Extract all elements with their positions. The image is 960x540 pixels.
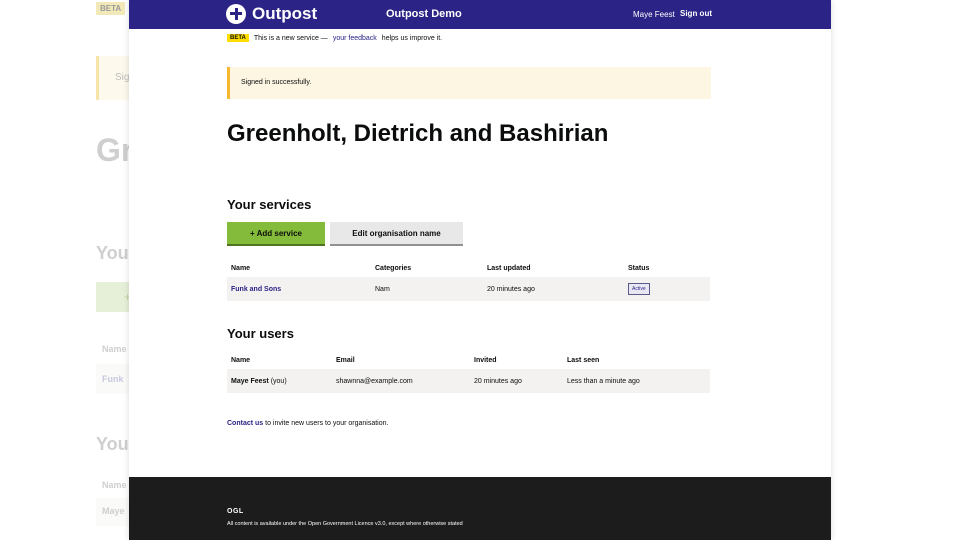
users-table-header: Name Email Invited Last seen — [227, 351, 710, 369]
bg-table-header-name: Name — [102, 344, 127, 354]
user-last-seen: Less than a minute ago — [567, 377, 640, 385]
user-name: Maye Feest — [633, 10, 675, 19]
bg-beta-tag: BETA — [96, 2, 126, 15]
beta-tag: BETA — [227, 34, 249, 42]
site-footer: OGL All content is available under the O… — [129, 477, 831, 540]
ogl-logo-icon: OGL — [227, 508, 244, 515]
users-table: Name Email Invited Last seen Maye Feest … — [227, 351, 710, 393]
user-email: shawnna@example.com — [336, 377, 413, 385]
add-service-button[interactable]: + Add service — [227, 222, 325, 244]
success-notice: Signed in successfully. — [227, 67, 711, 99]
services-table: Name Categories Last updated Status Funk… — [227, 259, 710, 301]
column-header: Status — [628, 264, 650, 272]
users-heading: Your users — [227, 326, 294, 341]
bg-heading: Gr — [96, 132, 134, 168]
status-badge: Active — [628, 283, 650, 295]
user-row-name: Maye Feest — [231, 377, 269, 385]
page-title: Greenholt, Dietrich and Bashirian — [227, 120, 609, 147]
phase-text-before: This is a new service — — [253, 34, 328, 42]
licence-text: All content is available under the Open … — [227, 521, 463, 527]
column-header: Last seen — [567, 356, 600, 364]
bg-services-heading: You — [96, 243, 129, 263]
user-invited: 20 minutes ago — [474, 377, 522, 385]
column-header: Email — [336, 356, 355, 364]
phase-text-after: helps us improve it. — [381, 34, 443, 42]
bg-users-heading: You — [96, 434, 129, 454]
column-header: Name — [231, 356, 251, 364]
notice-text: Signed in successfully. — [241, 79, 312, 86]
licence-before: All content is available under the — [227, 521, 307, 527]
logo-text: Outpost — [252, 4, 318, 23]
column-header: Name — [231, 264, 251, 272]
licence-link[interactable]: Open Government Licence v3.0 — [308, 521, 386, 527]
outpost-logo-icon — [226, 4, 246, 24]
main-content: BETA This is a new service — your feedba… — [227, 29, 711, 427]
browser-window: Outpost Outpost Demo Maye Feest Sign out… — [129, 0, 831, 540]
column-header: Invited — [474, 356, 497, 364]
contact-text: to invite new users to your organisation… — [265, 420, 389, 427]
bg-users-header-name: Name — [102, 480, 127, 490]
service-name-link[interactable]: Funk and Sons — [231, 286, 281, 293]
bg-row-name: Funk — [102, 374, 124, 384]
service-name[interactable]: Outpost Demo — [386, 8, 462, 20]
bg-notice-text: Sig — [115, 72, 130, 83]
sign-out-link[interactable]: Sign out — [680, 9, 712, 18]
table-row: Maye Feest (you) shawnna@example.com 20 … — [227, 369, 710, 393]
feedback-link[interactable]: your feedback — [333, 35, 377, 42]
table-row: Funk and Sons Nam 20 minutes ago Active — [227, 277, 710, 301]
phase-banner: BETA This is a new service — your feedba… — [227, 34, 711, 42]
services-actions: + Add service Edit organisation name — [227, 222, 711, 244]
services-table-header: Name Categories Last updated Status — [227, 259, 710, 277]
you-label: (you) — [270, 377, 287, 385]
contact-paragraph: Contact us to invite new users to your o… — [227, 420, 711, 427]
column-header: Categories — [375, 264, 412, 272]
column-header: Last updated — [487, 264, 531, 272]
contact-us-link[interactable]: Contact us — [227, 420, 263, 427]
logo-link[interactable]: Outpost — [226, 4, 317, 24]
site-header: Outpost Outpost Demo Maye Feest Sign out — [129, 0, 831, 29]
service-categories: Nam — [375, 285, 390, 293]
edit-organisation-name-button[interactable]: Edit organisation name — [330, 222, 463, 244]
service-last-updated: 20 minutes ago — [487, 285, 535, 293]
bg-users-row-name: Maye — [102, 506, 125, 516]
services-heading: Your services — [227, 197, 312, 212]
licence-after: , except where otherwise stated — [385, 521, 463, 527]
